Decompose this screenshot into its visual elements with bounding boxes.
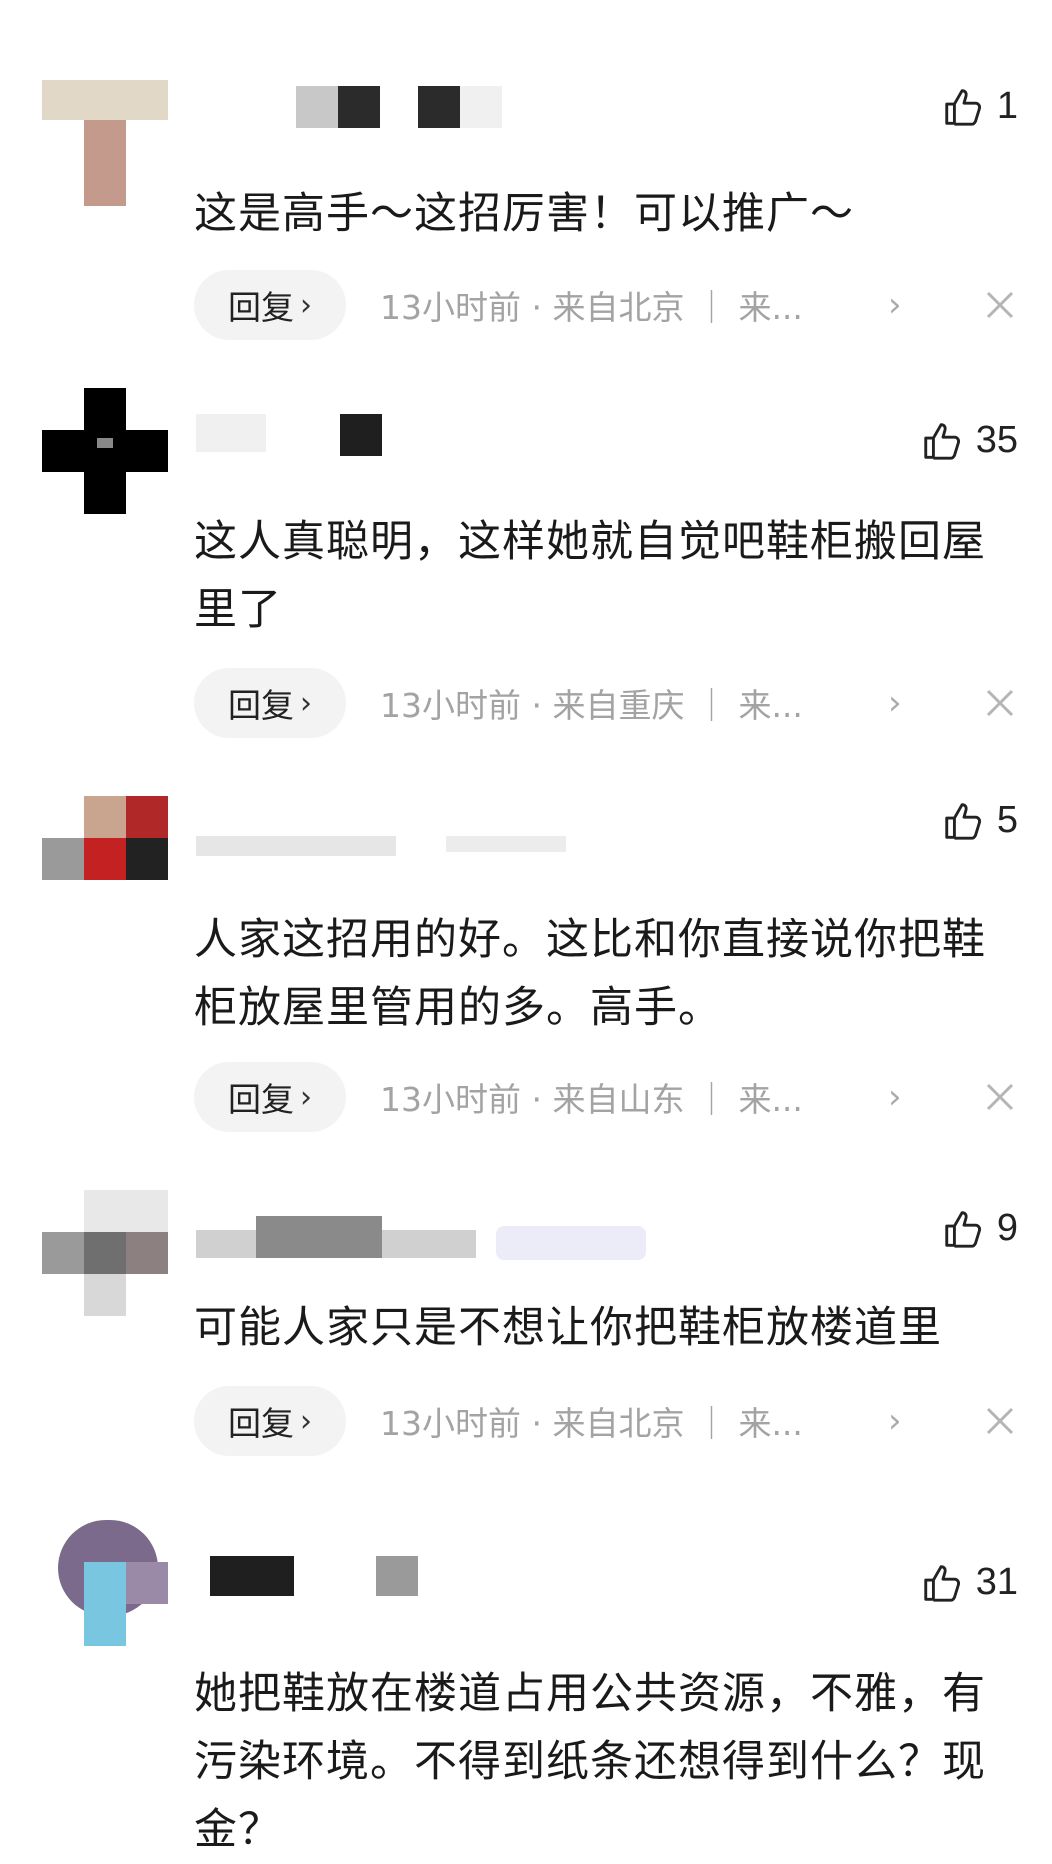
chevron-right-icon[interactable]: › bbox=[888, 683, 902, 723]
avatar[interactable] bbox=[42, 796, 168, 922]
chevron-right-icon: › bbox=[300, 1403, 312, 1439]
comment-text: 可能人家只是不想让你把鞋柜放楼道里 bbox=[194, 1303, 942, 1353]
like-count: 31 bbox=[975, 1560, 1018, 1603]
thumbs-up-icon bbox=[945, 803, 981, 840]
reply-label: 回复 bbox=[228, 1080, 294, 1119]
thumbs-up-icon bbox=[945, 1211, 981, 1248]
chevron-right-icon[interactable]: › bbox=[888, 1077, 902, 1117]
like-button[interactable]: 5 bbox=[941, 792, 1018, 848]
comment-meta: 13小时前 · 来自北京 ｜ 来... bbox=[380, 1404, 803, 1443]
reply-label: 回复 bbox=[228, 686, 294, 725]
like-count: 9 bbox=[996, 1206, 1018, 1249]
close-icon[interactable] bbox=[980, 1401, 1020, 1441]
thumbs-up-icon bbox=[924, 1565, 960, 1602]
chevron-right-icon: › bbox=[300, 1079, 312, 1115]
comment-meta: 13小时前 · 来自北京 ｜ 来... bbox=[380, 288, 803, 327]
like-button[interactable]: 31 bbox=[920, 1554, 1018, 1610]
comment-meta-row: 回复 › 13小时前 · 来自北京 ｜ 来... › bbox=[194, 1386, 1024, 1456]
comment-meta-row: 回复 › 13小时前 · 来自山东 ｜ 来... › bbox=[194, 1062, 1024, 1132]
like-button[interactable]: 9 bbox=[941, 1200, 1018, 1256]
chevron-right-icon: › bbox=[300, 685, 312, 721]
username-redacted[interactable] bbox=[196, 86, 656, 136]
thumbs-up-icon bbox=[945, 89, 981, 126]
username-redacted[interactable] bbox=[196, 1556, 656, 1606]
reply-button[interactable]: 回复 › bbox=[194, 270, 346, 340]
username-redacted[interactable] bbox=[196, 1216, 656, 1266]
like-button[interactable]: 1 bbox=[941, 78, 1018, 134]
comment-text: 人家这招用的好。这比和你直接说你把鞋柜放屋里管用的多。高手。 bbox=[194, 915, 986, 1033]
close-icon[interactable] bbox=[980, 1077, 1020, 1117]
comment-meta: 13小时前 · 来自重庆 ｜ 来... bbox=[380, 686, 803, 725]
comment-meta-row: 回复 › 13小时前 · 来自重庆 ｜ 来... › bbox=[194, 668, 1024, 738]
comment-meta: 13小时前 · 来自山东 ｜ 来... bbox=[380, 1080, 803, 1119]
chevron-right-icon[interactable]: › bbox=[888, 1401, 902, 1441]
chevron-right-icon: › bbox=[300, 287, 312, 323]
comment-text: 她把鞋放在楼道占用公共资源，不雅，有污染环境。不得到纸条还想得到什么？现金？ bbox=[194, 1669, 986, 1855]
like-count: 1 bbox=[996, 84, 1018, 127]
reply-button[interactable]: 回复 › bbox=[194, 1386, 346, 1456]
comment-meta-row: 回复 › 13小时前 · 来自北京 ｜ 来... › bbox=[194, 270, 1024, 340]
username-redacted[interactable] bbox=[196, 816, 656, 866]
avatar[interactable] bbox=[42, 388, 168, 514]
reply-label: 回复 bbox=[228, 288, 294, 327]
thumbs-up-icon bbox=[924, 423, 960, 460]
avatar[interactable] bbox=[42, 1520, 168, 1646]
comment-text: 这人真聪明，这样她就自觉吧鞋柜搬回屋里了 bbox=[194, 517, 986, 635]
reply-label: 回复 bbox=[228, 1404, 294, 1443]
like-count: 35 bbox=[975, 418, 1018, 461]
reply-button[interactable]: 回复 › bbox=[194, 668, 346, 738]
reply-button[interactable]: 回复 › bbox=[194, 1062, 346, 1132]
like-button[interactable]: 35 bbox=[920, 412, 1018, 468]
close-icon[interactable] bbox=[980, 285, 1020, 325]
avatar[interactable] bbox=[42, 80, 168, 206]
close-icon[interactable] bbox=[980, 683, 1020, 723]
like-count: 5 bbox=[996, 798, 1018, 841]
comment-text: 这是高手～这招厉害！可以推广～ bbox=[194, 189, 854, 239]
avatar[interactable] bbox=[42, 1190, 168, 1316]
chevron-right-icon[interactable]: › bbox=[888, 285, 902, 325]
username-redacted[interactable] bbox=[196, 414, 656, 464]
